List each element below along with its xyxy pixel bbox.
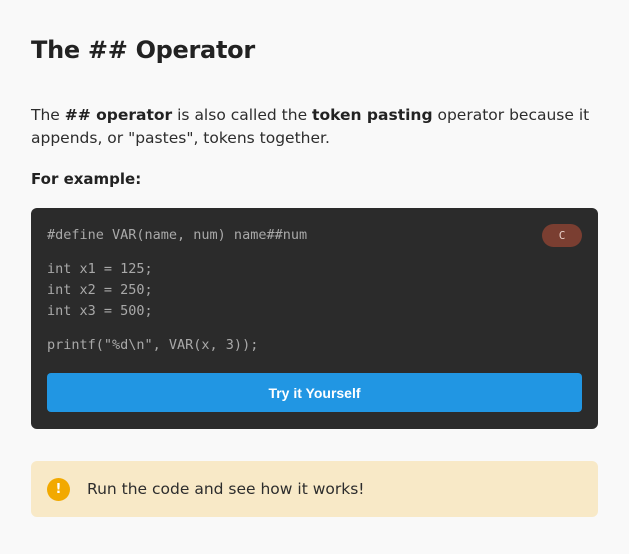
code-example-card: C #define VAR(name, num) name##num int x1…	[31, 208, 598, 429]
example-label: For example:	[31, 170, 142, 188]
code-line: int x3 = 500;	[47, 303, 153, 319]
code-line: #define VAR(name, num) name##num	[47, 227, 308, 243]
exclamation-icon: !	[47, 478, 70, 501]
info-note: ! Run the code and see how it works!	[31, 461, 598, 517]
intro-text: The	[31, 106, 65, 124]
code-line: int x2 = 250;	[47, 282, 153, 298]
intro-bold-token-pasting: token pasting	[312, 106, 433, 124]
try-it-yourself-button[interactable]: Try it Yourself	[47, 373, 582, 412]
code-line: int x1 = 125;	[47, 261, 153, 277]
intro-text: is also called the	[172, 106, 313, 124]
intro-bold-operator: ## operator	[64, 106, 173, 124]
code-block[interactable]: #define VAR(name, num) name##num int x1 =…	[47, 225, 307, 356]
intro-paragraph: The ## operator is also called the token…	[31, 104, 601, 150]
lesson-page: The ## Operator The ## operator is also …	[0, 0, 629, 554]
code-line: printf("%d\n", VAR(x, 3));	[47, 337, 259, 353]
page-title: The ## Operator	[31, 36, 255, 64]
note-text: Run the code and see how it works!	[87, 480, 365, 498]
language-badge: C	[542, 224, 582, 247]
